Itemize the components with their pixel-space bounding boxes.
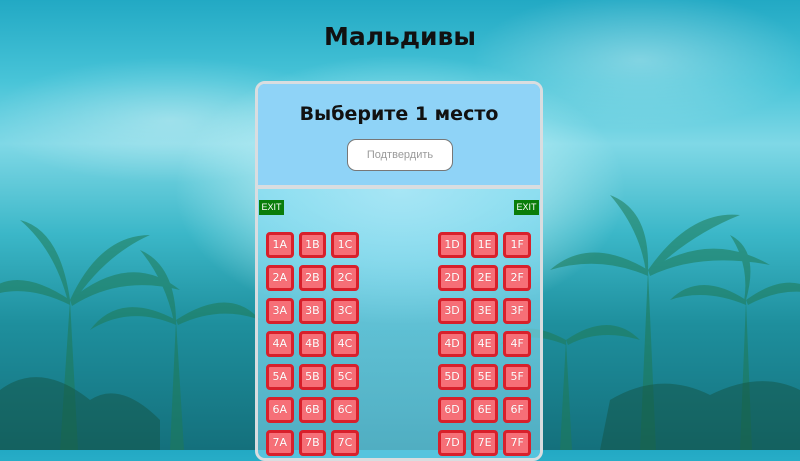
aisle [364,265,439,298]
cabin-seat-map: EXIT EXIT 1A 1B 1C 1D 1E 1F 2A 2B 2C 2D 2E 2F 3A 3B 3C… [258,189,540,458]
seat-button[interactable]: 4F [503,331,531,357]
panel-heading: Выберите 1 место [299,103,499,125]
seat-button[interactable]: 4B [298,331,327,357]
seat-button[interactable]: 4D [438,331,466,357]
seat-button[interactable]: 5B [298,364,327,390]
seat-row: 6A 6B 6C 6D 6E 6F [266,397,536,430]
seat-button[interactable]: 3A [266,298,294,324]
seat-button[interactable]: 1F [503,232,531,258]
exit-sign-right: EXIT [514,200,539,215]
seat-button[interactable]: 3D [438,298,466,324]
seat-button[interactable]: 2E [470,265,499,291]
seat-button[interactable]: 2F [503,265,531,291]
seat-button[interactable]: 2B [298,265,327,291]
seat-button[interactable]: 3B [298,298,327,324]
aisle [364,298,439,331]
seat-selection-panel: Выберите 1 место Подтвердить EXIT EXIT 1… [255,81,543,461]
seat-button[interactable]: 5D [438,364,466,390]
seat-button[interactable]: 4E [470,331,499,357]
seat-button[interactable]: 3E [470,298,499,324]
seat-button[interactable]: 5F [503,364,531,390]
seat-button[interactable]: 6E [470,397,499,423]
seat-button[interactable]: 1A [266,232,294,258]
seat-row: 1A 1B 1C 1D 1E 1F [266,232,536,265]
seat-button[interactable]: 7D [438,430,466,456]
seat-grid: 1A 1B 1C 1D 1E 1F 2A 2B 2C 2D 2E 2F 3A 3B 3C 3D 3E 3F 4A 4B… [266,232,536,458]
aisle [364,364,439,397]
seat-row: 5A 5B 5C 5D 5E 5F [266,364,536,397]
seat-button[interactable]: 1D [438,232,466,258]
confirm-button[interactable]: Подтвердить [347,139,453,171]
aisle [364,430,439,458]
panel-header: Выберите 1 место Подтвердить [258,84,540,189]
seat-row: 7A 7B 7C 7D 7E 7F [266,430,536,458]
seat-button[interactable]: 4C [331,331,359,357]
seat-row: 3A 3B 3C 3D 3E 3F [266,298,536,331]
seat-button[interactable]: 3C [331,298,359,324]
page-title: Мальдивы [323,22,476,51]
seat-button[interactable]: 6B [298,397,327,423]
aisle [364,397,439,430]
seat-button[interactable]: 5C [331,364,359,390]
seat-button[interactable]: 2C [331,265,359,291]
seat-button[interactable]: 2D [438,265,466,291]
seat-button[interactable]: 4A [266,331,294,357]
seat-row: 4A 4B 4C 4D 4E 4F [266,331,536,364]
seat-row: 2A 2B 2C 2D 2E 2F [266,265,536,298]
seat-button[interactable]: 6A [266,397,294,423]
seat-button[interactable]: 6D [438,397,466,423]
seat-button[interactable]: 5A [266,364,294,390]
aisle [364,232,439,265]
seat-button[interactable]: 3F [503,298,531,324]
exit-sign-left: EXIT [259,200,284,215]
seat-button[interactable]: 6C [331,397,359,423]
seat-button[interactable]: 6F [503,397,531,423]
seat-button[interactable]: 7E [470,430,499,456]
seat-button[interactable]: 2A [266,265,294,291]
seat-button[interactable]: 7F [503,430,531,456]
seat-button[interactable]: 1B [298,232,327,258]
seat-button[interactable]: 5E [470,364,499,390]
seat-button[interactable]: 7B [298,430,327,456]
seat-button[interactable]: 7A [266,430,294,456]
seat-button[interactable]: 7C [331,430,359,456]
seat-button[interactable]: 1E [470,232,499,258]
seat-button[interactable]: 1C [331,232,359,258]
aisle [364,331,439,364]
